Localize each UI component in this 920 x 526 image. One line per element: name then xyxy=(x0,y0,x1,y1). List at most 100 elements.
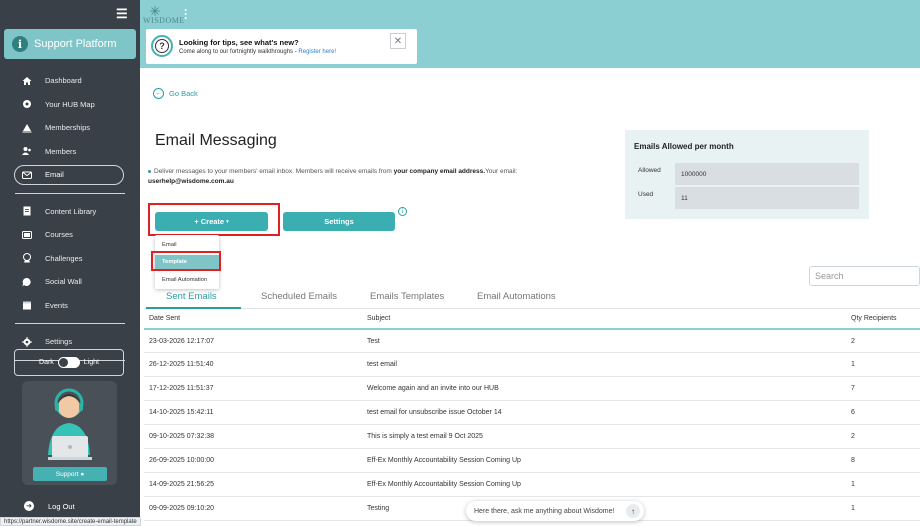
tab-email-templates[interactable]: Emails Templates xyxy=(370,291,444,302)
theme-toggle[interactable]: Dark Light xyxy=(14,349,124,376)
sidebar-item-label: Courses xyxy=(45,230,73,240)
logout-icon: ➜ xyxy=(24,501,34,511)
logout-link[interactable]: ➜ Log Out xyxy=(0,498,75,514)
platform-label: Support Platform xyxy=(34,38,117,50)
template-highlight-box xyxy=(151,251,221,271)
column-header-date[interactable]: Date Sent xyxy=(144,309,367,330)
subject-cell: Eff-Ex Monthly Accountability Session Co… xyxy=(367,448,851,473)
sidebar-item-label: Content Library xyxy=(45,206,97,216)
menu-item-email-automation[interactable]: Email Automation xyxy=(155,273,219,287)
theme-dark-label: Dark xyxy=(39,359,54,366)
theme-switch[interactable] xyxy=(57,357,80,368)
active-indicator xyxy=(14,165,124,185)
page-description: Deliver messages to your members' email … xyxy=(148,168,518,185)
tab-sent-emails[interactable]: Sent Emails xyxy=(166,291,217,302)
go-back-label: Go Back xyxy=(169,89,198,98)
tip-body: Come along to our fortnightly walkthroug… xyxy=(179,49,337,55)
info-icon: i xyxy=(12,36,28,52)
tip-title: Looking for tips, see what's new? xyxy=(179,38,299,47)
sidebar: ☰ i Support Platform Dashboard Your HUB … xyxy=(0,0,140,526)
sidebar-item-social-wall[interactable]: Social Wall xyxy=(0,270,140,294)
sidebar-item-email[interactable]: Email xyxy=(0,163,140,187)
members-icon xyxy=(22,146,32,156)
create-label: + Create xyxy=(194,217,225,226)
sidebar-item-events[interactable]: Events xyxy=(0,294,140,318)
sidebar-item-label: Settings xyxy=(45,337,73,347)
platform-switcher[interactable]: i Support Platform xyxy=(4,29,136,59)
allowed-label: Allowed xyxy=(638,167,661,174)
sidebar-item-challenges[interactable]: Challenges xyxy=(0,247,140,271)
table-row[interactable]: 09-10-2025 07:32:38 This is simply a test… xyxy=(144,424,920,449)
date-cell: 26-12-2025 11:51:40 xyxy=(144,352,367,378)
sidebar-item-memberships[interactable]: Memberships xyxy=(0,116,140,140)
hub-map-icon xyxy=(22,99,32,109)
sidebar-item-members[interactable]: Members xyxy=(0,140,140,164)
hamburger-menu-icon[interactable]: ☰ xyxy=(116,6,128,22)
date-cell: 09-10-2025 07:32:38 xyxy=(144,424,367,449)
table-row[interactable]: 26-09-2025 10:00:00 Eff-Ex Monthly Accoun… xyxy=(144,448,920,473)
subject-cell: Eff-Ex Monthly Accountability Session Co… xyxy=(367,472,851,497)
column-header-subject[interactable]: Subject xyxy=(367,309,851,330)
sidebar-item-dashboard[interactable]: Dashboard xyxy=(0,69,140,93)
tab-scheduled-emails[interactable]: Scheduled Emails xyxy=(261,291,337,302)
logo-text: WISDOME xyxy=(143,16,185,25)
date-cell: 14-10-2025 15:42:11 xyxy=(144,400,367,426)
create-button[interactable]: + Create ▾ xyxy=(155,212,268,231)
settings-button[interactable]: Settings xyxy=(283,212,395,231)
subject-cell: Welcome again and an invite into our HUB xyxy=(367,376,851,402)
recipients-cell: 1 xyxy=(851,352,920,378)
table-row[interactable]: 14-09-2025 21:56:25 Eff-Ex Monthly Accoun… xyxy=(144,472,920,497)
gear-icon xyxy=(22,337,32,347)
date-cell: 17-12-2025 11:51:37 xyxy=(144,376,367,402)
recipients-cell: 8 xyxy=(851,448,920,473)
email-tabs: Sent Emails Scheduled Emails Emails Temp… xyxy=(144,289,920,309)
chat-placeholder: Here there, ask me anything about Wisdom… xyxy=(474,507,615,515)
info-icon[interactable]: i xyxy=(398,207,407,216)
search-input[interactable]: Search xyxy=(809,266,920,286)
table-row[interactable]: 23-03-2026 12:17:07 Test 2 xyxy=(144,329,920,354)
subject-cell: test email xyxy=(367,352,851,378)
menu-item-email[interactable]: Email xyxy=(155,238,219,252)
close-icon[interactable]: ✕ xyxy=(390,33,406,49)
sent-emails-table: Date Sent Subject Qty Recipients 23-03-2… xyxy=(144,309,920,521)
memberships-icon xyxy=(22,123,32,133)
table-row[interactable]: 14-10-2025 15:42:11 test email for unsubs… xyxy=(144,400,920,426)
social-wall-icon xyxy=(22,277,32,287)
events-icon xyxy=(22,300,32,310)
sidebar-item-hub-map[interactable]: Your HUB Map xyxy=(0,93,140,117)
used-label: Used xyxy=(638,191,654,198)
send-arrow-icon[interactable]: ↑ xyxy=(626,504,640,518)
chat-bubble-icon: ● xyxy=(80,470,85,478)
tab-email-automations[interactable]: Email Automations xyxy=(477,291,556,302)
column-header-recipients[interactable]: Qty Recipients xyxy=(851,309,920,330)
sidebar-item-courses[interactable]: Courses xyxy=(0,223,140,247)
subject-cell: This is simply a test email 9 Oct 2025 xyxy=(367,424,851,449)
register-link[interactable]: Register here! xyxy=(298,49,336,55)
arrow-left-icon: ← xyxy=(153,88,164,99)
chat-input[interactable]: Here there, ask me anything about Wisdom… xyxy=(466,501,644,521)
sidebar-item-label: Dashboard xyxy=(45,76,82,86)
divider xyxy=(15,192,125,194)
sidebar-item-label: Events xyxy=(45,300,68,310)
sidebar-item-label: Your HUB Map xyxy=(45,99,95,109)
courses-icon xyxy=(22,230,32,240)
more-options-icon[interactable]: · · · xyxy=(184,4,188,24)
sidebar-nav: Dashboard Your HUB Map Memberships Membe… xyxy=(0,69,140,367)
support-button[interactable]: Support ● xyxy=(33,467,107,481)
recipients-cell: 1 xyxy=(851,496,920,521)
email-quota-panel: Emails Allowed per month Allowed 1000000… xyxy=(625,130,869,219)
caret-down-icon: ▾ xyxy=(226,218,229,225)
content-library-icon xyxy=(22,206,32,216)
table-row[interactable]: 17-12-2025 11:51:37 Welcome again and an … xyxy=(144,376,920,402)
go-back-link[interactable]: ← Go Back xyxy=(153,88,198,99)
date-cell: 14-09-2025 21:56:25 xyxy=(144,472,367,497)
date-cell: 26-09-2025 10:00:00 xyxy=(144,448,367,473)
subject-cell: Test xyxy=(367,329,851,354)
recipients-cell: 7 xyxy=(851,376,920,402)
table-row[interactable]: 26-12-2025 11:51:40 test email 1 xyxy=(144,352,920,378)
quota-title: Emails Allowed per month xyxy=(634,142,734,151)
sidebar-item-label: Social Wall xyxy=(45,277,82,287)
recipients-cell: 2 xyxy=(851,424,920,449)
date-cell: 09-09-2025 09:10:20 xyxy=(144,496,367,521)
sidebar-item-content-library[interactable]: Content Library xyxy=(0,200,140,224)
